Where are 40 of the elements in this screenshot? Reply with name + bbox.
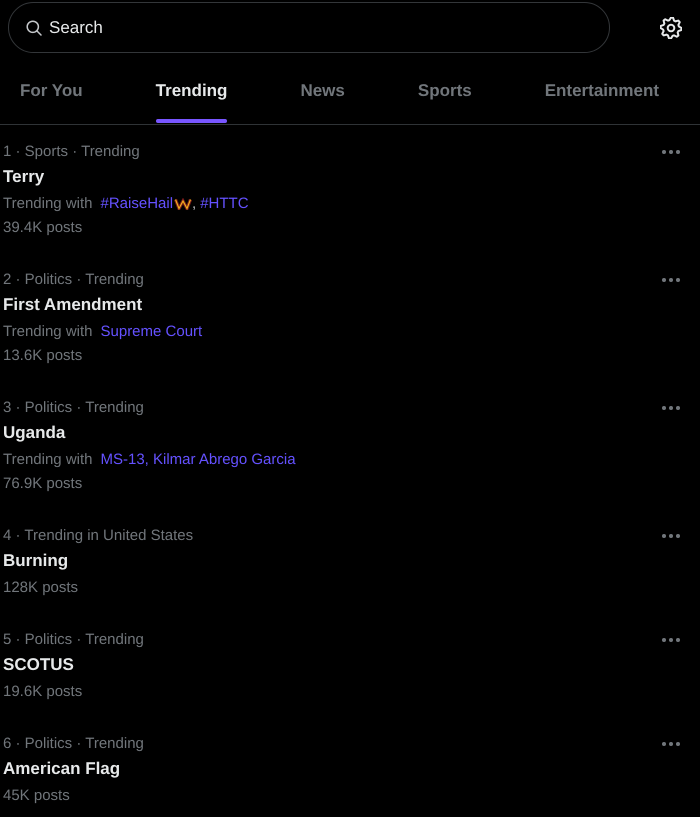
more-icon[interactable] [662, 534, 680, 538]
more-icon[interactable] [662, 150, 680, 154]
tab[interactable]: News [300, 57, 345, 124]
more-icon[interactable] [662, 638, 680, 642]
tab[interactable]: Sports [418, 57, 472, 124]
trend-context: 6 · Politics · Trending [3, 734, 144, 754]
post-count: 13.6K posts [3, 346, 84, 366]
post-count: 19.6K posts [3, 682, 84, 702]
trend-context: 5 · Politics · Trending [3, 630, 144, 650]
trend-context: 4 · Trending in United States [3, 526, 194, 546]
trend-title[interactable]: Terry [3, 162, 680, 192]
post-count: 39.4K posts [3, 218, 84, 238]
trend-title[interactable]: SCOTUS [3, 650, 680, 680]
search-field[interactable]: Search [8, 2, 610, 53]
trend-link[interactable]: MS-13, Kilmar Abrego Garcia [100, 448, 296, 472]
related-label: Trending with [3, 450, 92, 470]
post-count: 45K posts [3, 786, 71, 806]
more-icon[interactable] [662, 742, 680, 746]
search-icon [26, 20, 42, 36]
settings-icon[interactable] [660, 16, 682, 38]
trend-title[interactable]: First Amendment [3, 290, 680, 320]
related-label: Trending with [3, 322, 92, 342]
tab[interactable]: Entertainment [544, 57, 659, 124]
separator-text: , [192, 194, 196, 214]
trend-context: 1 · Sports · Trending [3, 142, 140, 162]
more-icon[interactable] [662, 278, 680, 282]
trend-title[interactable]: American Flag [3, 754, 680, 784]
trend-link[interactable]: #RaiseHail [100, 192, 174, 216]
more-icon[interactable] [662, 406, 680, 410]
tab[interactable]: Trending [156, 57, 228, 124]
trend-context: 3 · Politics · Trending [3, 398, 144, 418]
tab[interactable]: For You [20, 57, 83, 124]
post-count: 76.9K posts [3, 474, 84, 494]
trend-context: 2 · Politics · Trending [3, 270, 144, 290]
trend-link[interactable]: Supreme Court [100, 320, 202, 344]
post-count: 128K posts [3, 578, 80, 598]
related-label: Trending with [3, 194, 92, 214]
trend-link[interactable]: #HTTC [200, 192, 249, 216]
trend-title[interactable]: Uganda [3, 418, 680, 448]
trend-title[interactable]: Burning [3, 546, 680, 576]
